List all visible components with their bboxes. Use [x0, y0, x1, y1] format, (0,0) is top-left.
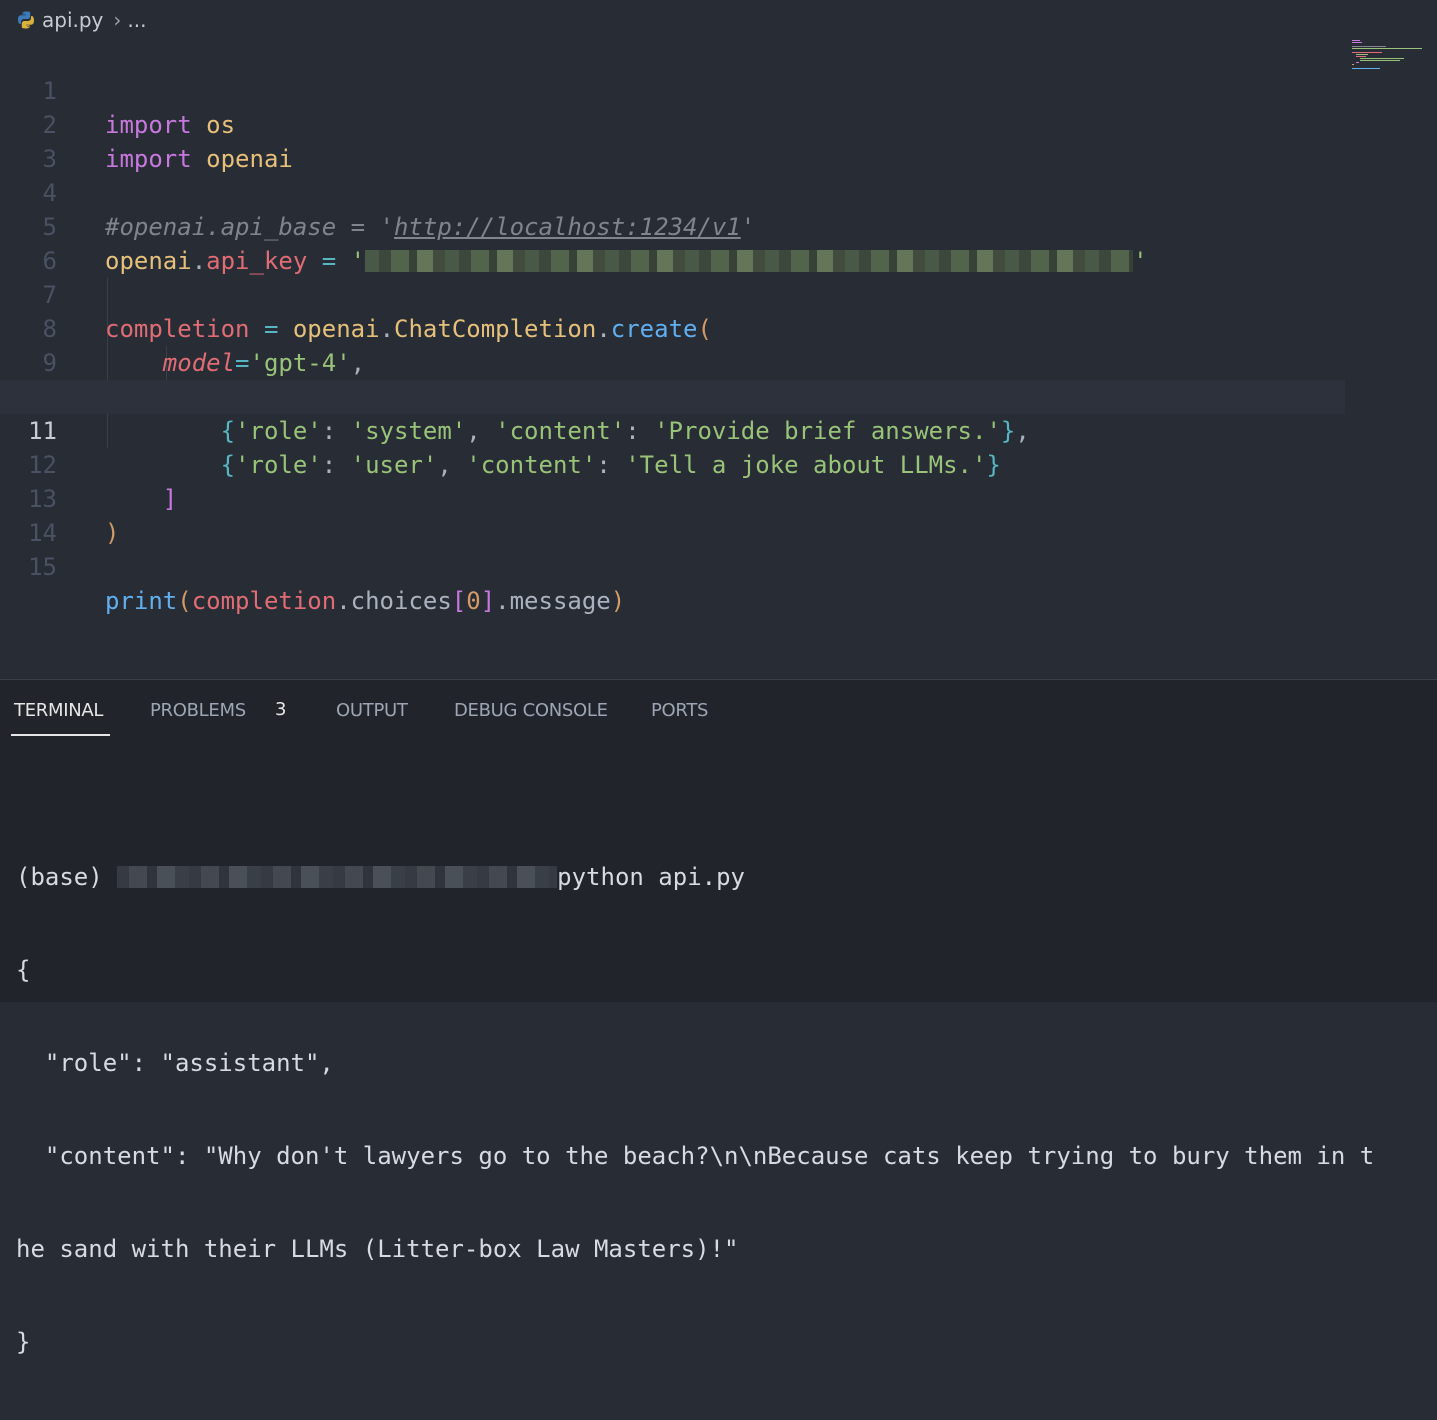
code-text: print(completion.choices[0].message) [105, 587, 626, 615]
code-line[interactable]: 2 import openai [0, 74, 1345, 173]
terminal-line: he sand with their LLMs (Litter-box Law … [16, 1235, 739, 1263]
breadcrumb-ellipsis[interactable]: ... [127, 8, 146, 32]
terminal-line: } [16, 1328, 31, 1356]
panel-tabs: TERMINAL PROBLEMS 3 OUTPUT DEBUG CONSOLE… [0, 680, 1437, 742]
bottom-panel: TERMINAL PROBLEMS 3 OUTPUT DEBUG CONSOLE… [0, 679, 1437, 1356]
breadcrumb: api.py › ... [0, 0, 1437, 40]
code-line-current[interactable]: 11 {'role': 'user', 'content': 'Tell a j… [0, 380, 1345, 479]
code-line[interactable]: 1 import os [0, 40, 1345, 139]
line-number: 15 [28, 553, 57, 581]
tab-output[interactable]: OUTPUT [336, 700, 408, 721]
code-line[interactable]: 3 [0, 108, 1345, 173]
code-line[interactable]: 5 openai.api_key = ' ' [0, 176, 1345, 275]
minimap[interactable] [1348, 40, 1428, 80]
code-line[interactable]: 13 ) [0, 448, 1345, 547]
code-line[interactable]: 9 messages=[ [0, 312, 1345, 411]
python-icon [16, 10, 36, 30]
code-line[interactable]: 10 {'role': 'system', 'content': 'Provid… [0, 346, 1345, 445]
code-line[interactable]: 6 [0, 210, 1345, 275]
problems-count-badge: 3 [275, 699, 287, 720]
tab-terminal[interactable]: TERMINAL [14, 700, 103, 721]
terminal-line: "role": "assistant", [16, 1049, 334, 1077]
code-line[interactable]: 7 completion = openai.ChatCompletion.cre… [0, 244, 1345, 343]
active-tab-indicator [11, 734, 110, 736]
redacted-cwd [117, 866, 558, 888]
terminal-command: python api.py [557, 863, 745, 891]
terminal-line: { [16, 956, 31, 984]
code-editor[interactable]: 1 import os 2 import openai 3 4 #openai.… [0, 40, 1437, 680]
code-line[interactable]: 14 [0, 482, 1345, 547]
code-line[interactable]: 4 #openai.api_base = 'http://localhost:1… [0, 142, 1345, 241]
chevron-right-icon: › [113, 8, 122, 32]
code-line[interactable]: 8 model='gpt-4', [0, 278, 1345, 377]
tab-ports[interactable]: PORTS [651, 700, 708, 721]
code-line[interactable]: 15 print(completion.choices[0].message) [0, 516, 1345, 615]
conda-env-prefix: (base) [16, 863, 118, 891]
code-line[interactable]: 12 ] [0, 414, 1345, 513]
tab-debug-console[interactable]: DEBUG CONSOLE [454, 700, 608, 721]
terminal-line: "content": "Why don't lawyers go to the … [16, 1142, 1375, 1170]
terminal-output[interactable]: (base) python api.py { "role": "assistan… [16, 800, 1431, 1420]
terminal-prompt-line: (base) python api.py [16, 862, 1431, 893]
breadcrumb-file[interactable]: api.py [42, 8, 103, 32]
tab-problems[interactable]: PROBLEMS [150, 700, 246, 721]
